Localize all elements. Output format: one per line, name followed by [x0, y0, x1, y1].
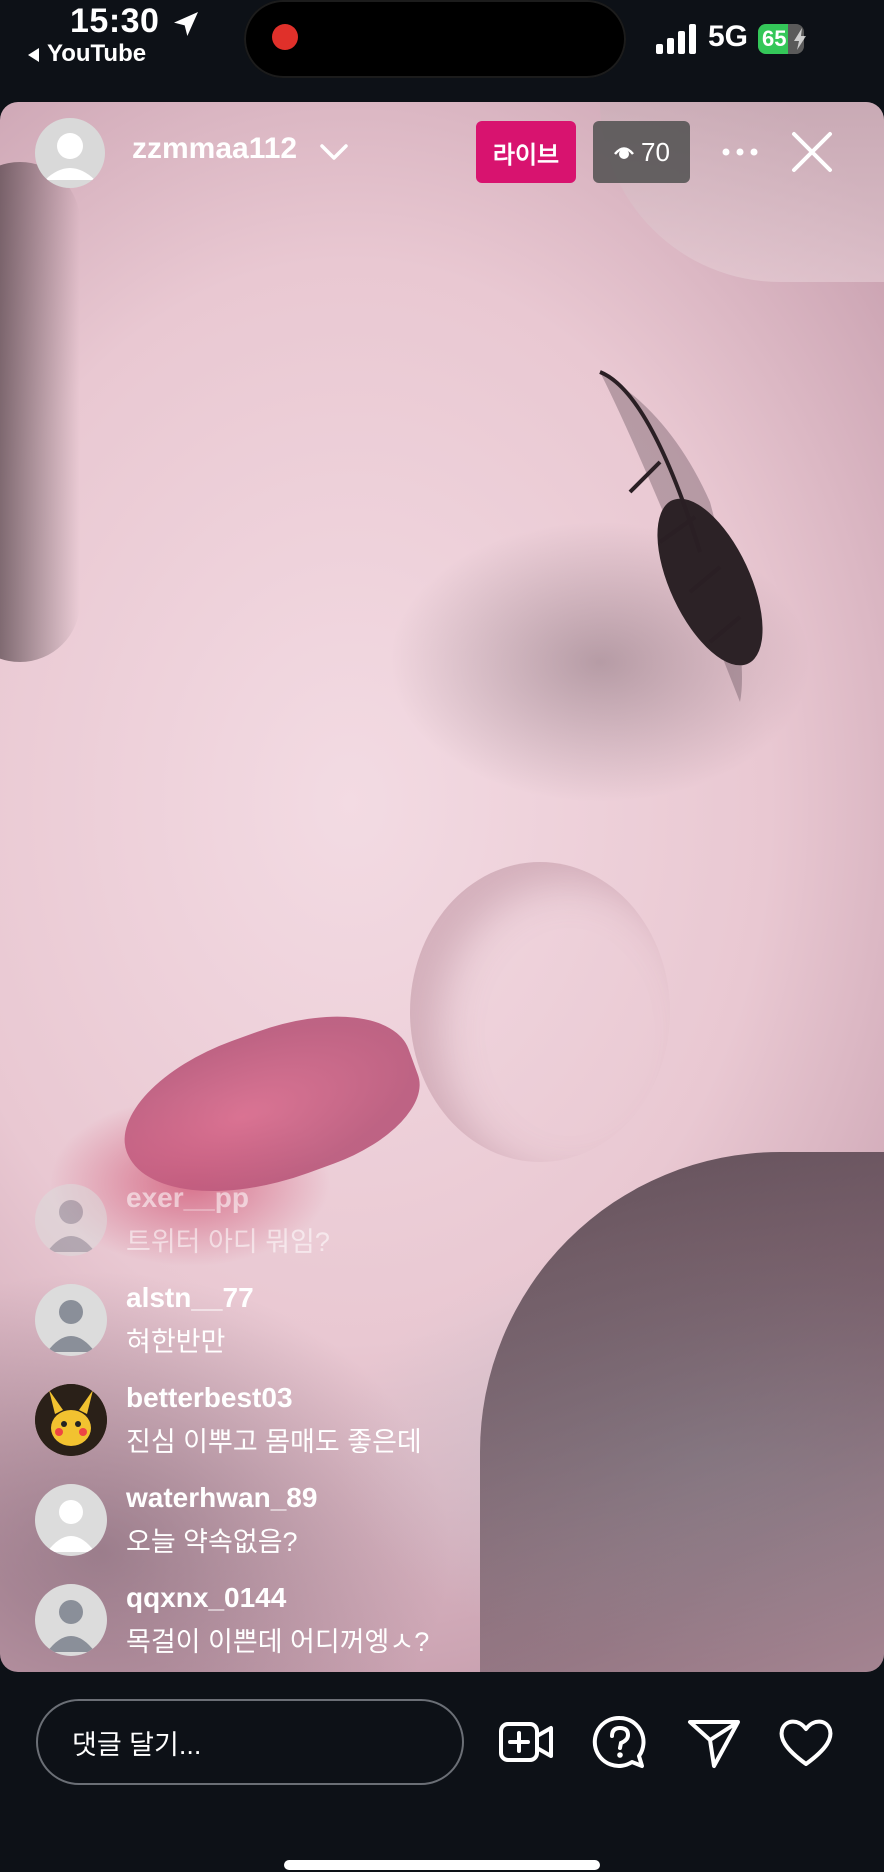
- network-type: 5G: [708, 20, 749, 53]
- default-avatar: [35, 1484, 107, 1556]
- comment-item[interactable]: exer__pp 트위터 아디 뭐임?: [35, 1180, 835, 1260]
- bottom-bar: 댓글 달기...: [0, 1672, 884, 1872]
- location-arrow-icon: [174, 12, 198, 36]
- viewer-count-badge[interactable]: 70: [593, 121, 690, 183]
- comment-text: 진심 이뿌고 몸매도 좋은데: [126, 1427, 422, 1457]
- pikachu-avatar: [35, 1384, 107, 1456]
- default-avatar: [35, 1284, 107, 1356]
- comment-input-placeholder: 댓글 달기...: [72, 1729, 202, 1760]
- comment-item[interactable]: qqxnx_0144 목걸이 이쁜데 어디꺼엥ㅅ?: [35, 1580, 835, 1660]
- comment-text: 목걸이 이쁜데 어디꺼엥ㅅ?: [126, 1627, 430, 1657]
- more-dots-icon[interactable]: [718, 134, 762, 170]
- comment-username: betterbest03: [126, 1382, 293, 1413]
- host-username[interactable]: zzmmaa112: [132, 132, 297, 166]
- heart-icon[interactable]: [776, 1712, 836, 1772]
- back-to-app-button[interactable]: YouTube: [28, 40, 146, 68]
- charging-bolt-icon: [794, 28, 806, 50]
- eye-icon: [614, 147, 634, 159]
- avatar-placeholder-icon: [45, 133, 95, 180]
- close-icon[interactable]: [790, 130, 834, 174]
- comment-input[interactable]: 댓글 달기...: [36, 1699, 464, 1785]
- home-indicator[interactable]: [284, 1860, 600, 1870]
- battery-charging-icon: 65: [758, 24, 810, 54]
- question-icon[interactable]: [590, 1712, 650, 1772]
- video-hair-left: [0, 162, 80, 662]
- comment-username: alstn__77: [126, 1282, 254, 1313]
- signal-icon: [656, 24, 696, 54]
- recording-indicator: [272, 24, 298, 50]
- comment-username: waterhwan_89: [126, 1482, 318, 1513]
- live-badge: 라이브: [476, 121, 576, 183]
- comment-item[interactable]: betterbest03 진심 이뿌고 몸매도 좋은데: [35, 1380, 835, 1460]
- dynamic-island: [244, 0, 626, 78]
- status-bar: 15:30 YouTube 5G 65: [0, 0, 884, 100]
- default-avatar: [35, 1184, 107, 1256]
- default-avatar: [35, 1584, 107, 1656]
- video-nose-shadow: [410, 862, 670, 1162]
- viewer-count: 70: [641, 136, 670, 167]
- battery-percent: 65: [762, 26, 787, 51]
- comment-username: exer__pp: [126, 1182, 249, 1213]
- chevron-down-icon[interactable]: [318, 140, 350, 164]
- send-icon[interactable]: [684, 1712, 744, 1772]
- back-triangle-icon: [28, 47, 39, 62]
- comment-username: qqxnx_0144: [126, 1582, 287, 1613]
- add-video-icon[interactable]: [496, 1712, 556, 1772]
- comment-text: 트위터 아디 뭐임?: [126, 1227, 330, 1257]
- comment-item[interactable]: alstn__77 혀한반만: [35, 1280, 835, 1360]
- comment-text: 오늘 약속없음?: [126, 1527, 298, 1557]
- comment-text: 혀한반만: [126, 1327, 226, 1357]
- back-app-label: YouTube: [47, 40, 147, 67]
- status-time: 15:30: [70, 2, 160, 40]
- comment-item[interactable]: waterhwan_89 오늘 약속없음?: [35, 1480, 835, 1560]
- host-avatar[interactable]: [35, 118, 105, 188]
- video-eye: [599, 370, 763, 702]
